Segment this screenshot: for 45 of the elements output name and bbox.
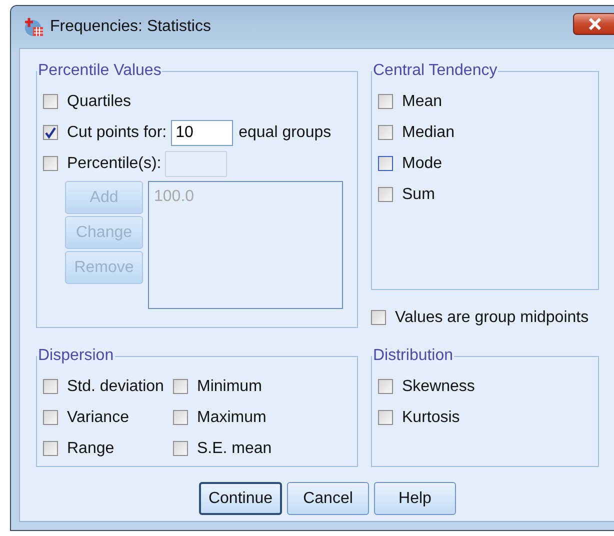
checkbox-label: Mode [402,154,442,172]
checkbox-label: Maximum [197,408,266,426]
checkbox[interactable] [378,156,393,171]
checkbox[interactable] [371,310,386,325]
checkbox[interactable] [43,441,58,456]
checkbox[interactable] [173,441,188,456]
group-title: Percentile Values [37,62,162,80]
checkbox-label: Sum [402,186,435,204]
checkbox[interactable] [43,125,58,140]
checkbox-label: Variance [67,408,129,426]
continue-button[interactable]: Continue [199,482,282,515]
checkbox[interactable] [43,379,58,394]
checkbox-label: Minimum [197,378,262,396]
cancel-button[interactable]: Cancel [287,482,369,515]
close-button[interactable] [573,13,614,35]
checkbox[interactable] [378,125,393,140]
checkbox[interactable] [173,379,188,394]
window-title: Frequencies: Statistics [50,18,212,36]
group-title: Central Tendency [372,62,498,80]
input-field[interactable]: 10 [170,120,233,146]
checkbox-label: Median [402,124,454,142]
table-icon [24,17,44,37]
checkbox[interactable] [173,410,188,425]
checkbox[interactable] [378,379,393,394]
checkbox-label: Cut points for: [67,124,167,142]
checkbox[interactable] [43,94,58,109]
checkbox-label: Skewness [402,378,475,396]
checkbox-label: Quartiles [67,92,132,110]
checkbox[interactable] [43,410,58,425]
field-suffix: equal groups [238,124,332,142]
group-title: Dispersion [37,347,115,365]
checkbox[interactable] [378,410,393,425]
checkbox-label: Mean [402,92,442,110]
checkbox-label: Std. deviation [67,378,164,396]
close-icon [588,18,602,30]
help-button[interactable]: Help [374,482,456,515]
checkbox-label: Range [67,440,114,458]
checkbox[interactable] [378,187,393,202]
checkbox-label: Kurtosis [402,408,460,426]
checkbox-label: Values are group midpoints [395,308,589,326]
checkbox[interactable] [43,156,58,171]
checkbox-label: Percentile(s): [67,154,162,172]
group-title: Distribution [372,347,454,365]
checkbox-label: S.E. mean [197,440,272,458]
checkbox[interactable] [378,94,393,109]
